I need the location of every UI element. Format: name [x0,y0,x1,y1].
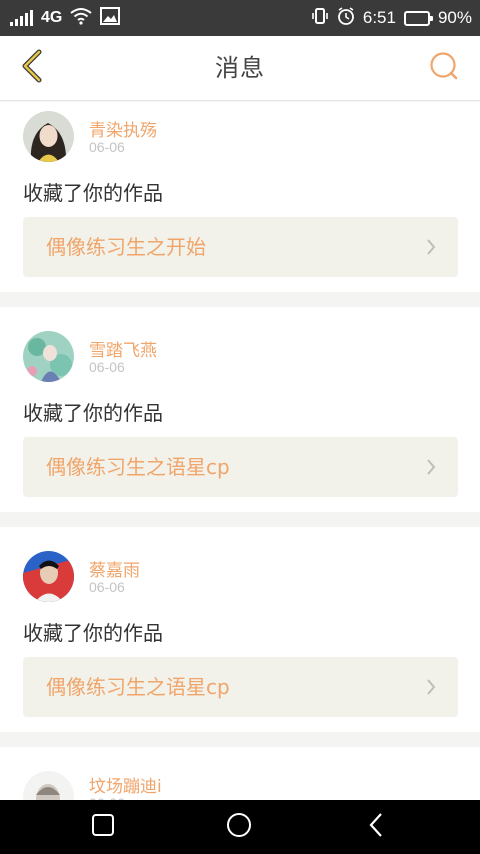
status-bar: 4G 6:51 90% [0,0,480,36]
clock-time: 6:51 [362,8,396,27]
user-name[interactable]: 蔡嘉雨 [89,556,140,581]
home-button[interactable] [199,800,279,854]
message-action: 收藏了你的作品 [23,401,163,425]
message-action: 收藏了你的作品 [23,621,163,645]
network-type: 4G [41,9,63,26]
top-nav-bar: 消息 [0,36,480,101]
back-icon [368,812,384,842]
battery-icon [403,10,433,26]
work-link[interactable]: 偶像练习生之开始 [23,217,458,277]
avatar[interactable] [23,331,74,382]
user-name[interactable]: 雪踏飞燕 [89,336,157,361]
list-item: 蔡嘉雨 06-06 收藏了你的作品 偶像练习生之语星cp [0,527,480,732]
work-title: 偶像练习生之开始 [46,235,206,259]
user-name[interactable]: 坟场蹦迪i [89,772,162,797]
list-item: 坟场蹦迪i 06-06 [0,747,480,800]
system-nav-bar [0,800,480,854]
message-list[interactable]: 青染执殇 06-06 收藏了你的作品 偶像练习生之开始 雪踏飞燕 06-06 收… [0,102,480,800]
list-item: 雪踏飞燕 06-06 收藏了你的作品 偶像练习生之语星cp [0,307,480,512]
user-name[interactable]: 青染执殇 [89,116,157,141]
message-date: 06-06 [89,579,125,595]
search-button[interactable] [422,46,466,90]
avatar[interactable] [23,771,74,800]
work-link[interactable]: 偶像练习生之语星cp [23,437,458,497]
search-icon [428,50,460,86]
signal-icon [10,10,33,26]
system-back-button[interactable] [336,800,416,854]
chevron-right-icon [426,678,436,700]
work-link[interactable]: 偶像练习生之语星cp [23,657,458,717]
work-title: 偶像练习生之语星cp [46,675,230,699]
list-item: 青染执殇 06-06 收藏了你的作品 偶像练习生之开始 [0,102,480,292]
vibrate-icon [311,7,329,30]
avatar[interactable] [23,551,74,602]
battery-percent: 90% [437,8,472,27]
chevron-right-icon [426,458,436,480]
alarm-icon [337,6,355,30]
message-date: 06-06 [89,359,125,375]
message-date: 06-06 [89,139,125,155]
home-icon [226,812,252,842]
recent-apps-icon [91,813,115,841]
chevron-right-icon [426,238,436,260]
avatar[interactable] [23,111,74,162]
image-notification-icon [100,6,121,30]
recent-apps-button[interactable] [63,800,143,854]
page-title: 消息 [215,54,265,82]
message-action: 收藏了你的作品 [23,181,163,205]
work-title: 偶像练习生之语星cp [46,455,230,479]
wifi-icon [70,7,92,30]
